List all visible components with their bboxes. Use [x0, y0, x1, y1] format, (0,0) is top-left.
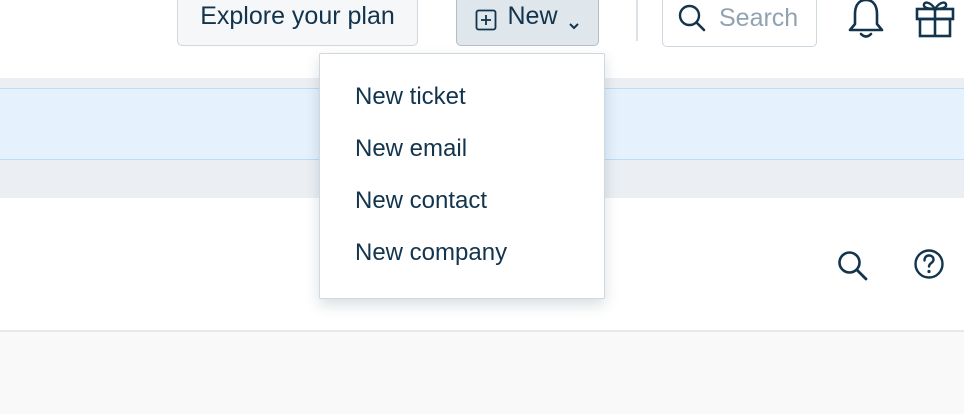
- bell-icon[interactable]: [846, 0, 886, 40]
- gift-icon[interactable]: [914, 0, 956, 40]
- menu-item-new-ticket[interactable]: New ticket: [320, 71, 604, 123]
- new-button-label: New: [507, 2, 558, 30]
- search-icon: [677, 3, 707, 33]
- plus-square-icon: [475, 9, 497, 31]
- explore-plan-label: Explore your plan: [200, 2, 395, 30]
- menu-item-new-email[interactable]: New email: [320, 123, 604, 175]
- menu-item-new-contact[interactable]: New contact: [320, 175, 604, 227]
- explore-plan-button[interactable]: Explore your plan: [177, 0, 418, 46]
- header-divider: [636, 0, 638, 41]
- chevron-down-icon: [568, 21, 580, 31]
- search-icon[interactable]: [836, 249, 870, 283]
- new-dropdown-menu: New ticket New email New contact New com…: [319, 53, 605, 299]
- content-area: [0, 332, 964, 414]
- search-placeholder: Search: [719, 4, 799, 32]
- new-button[interactable]: New: [456, 0, 599, 46]
- search-input[interactable]: Search: [662, 0, 817, 47]
- help-icon[interactable]: [913, 248, 945, 280]
- menu-item-new-company[interactable]: New company: [320, 227, 604, 279]
